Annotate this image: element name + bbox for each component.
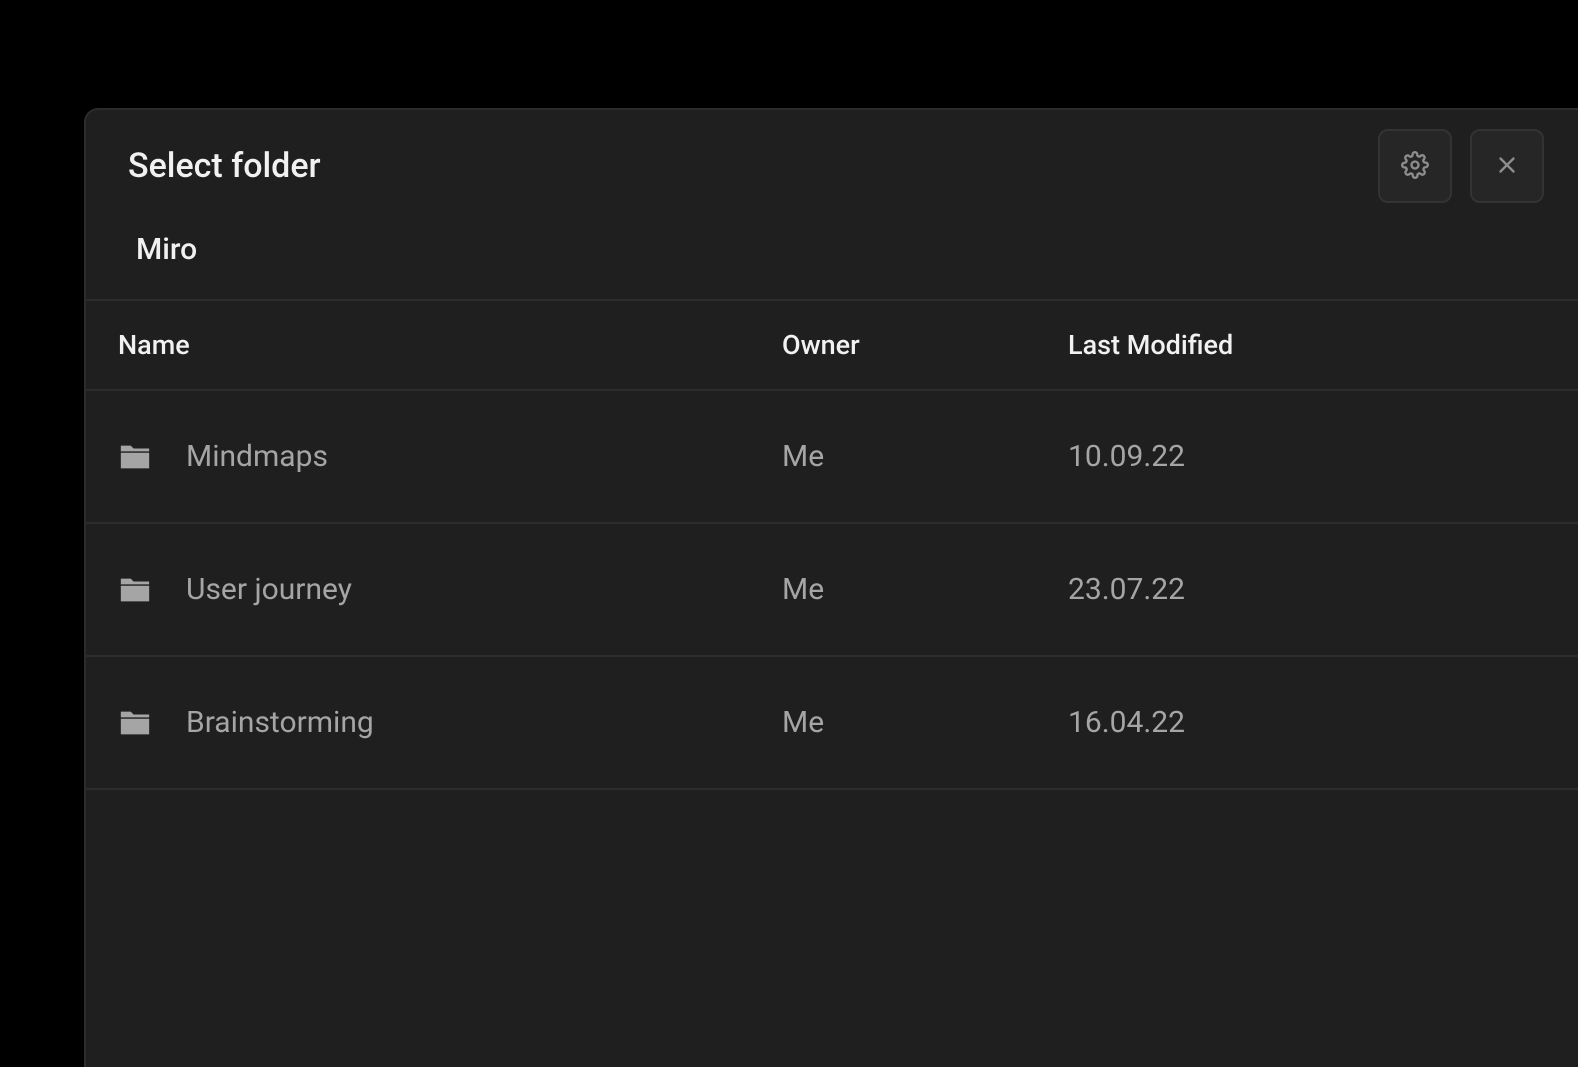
- cell-modified: 16.04.22: [1068, 656, 1578, 789]
- column-header-owner[interactable]: Owner: [782, 300, 1068, 390]
- column-header-modified[interactable]: Last Modified: [1068, 300, 1578, 390]
- close-button[interactable]: [1470, 129, 1544, 203]
- cell-modified: 10.09.22: [1068, 390, 1578, 523]
- table-row[interactable]: User journey Me 23.07.22: [86, 523, 1578, 656]
- cell-name: User journey: [86, 523, 782, 656]
- breadcrumb: Miro: [86, 200, 1578, 299]
- header-actions: [1378, 129, 1544, 203]
- column-header-name[interactable]: Name: [86, 300, 782, 390]
- table-header-row: Name Owner Last Modified: [86, 300, 1578, 390]
- folder-name: Mindmaps: [186, 439, 328, 474]
- folder-icon: [118, 440, 152, 474]
- cell-owner: Me: [782, 523, 1068, 656]
- gear-icon: [1401, 151, 1429, 182]
- cell-owner: Me: [782, 390, 1068, 523]
- table-row[interactable]: Brainstorming Me 16.04.22: [86, 656, 1578, 789]
- cell-modified: 23.07.22: [1068, 523, 1578, 656]
- dialog-title: Select folder: [128, 146, 321, 186]
- select-folder-dialog: Select folder Miro: [84, 108, 1578, 1067]
- breadcrumb-current[interactable]: Miro: [136, 232, 197, 267]
- folder-name: Brainstorming: [186, 705, 374, 740]
- folder-icon: [118, 573, 152, 607]
- table-row[interactable]: Mindmaps Me 10.09.22: [86, 390, 1578, 523]
- dialog-header: Select folder: [86, 110, 1578, 200]
- settings-button[interactable]: [1378, 129, 1452, 203]
- close-icon: [1494, 152, 1520, 181]
- cell-owner: Me: [782, 656, 1068, 789]
- cell-name: Brainstorming: [86, 656, 782, 789]
- folder-table: Name Owner Last Modified Mindmaps Me 10.…: [86, 299, 1578, 790]
- folder-icon: [118, 706, 152, 740]
- cell-name: Mindmaps: [86, 390, 782, 523]
- folder-name: User journey: [186, 572, 352, 607]
